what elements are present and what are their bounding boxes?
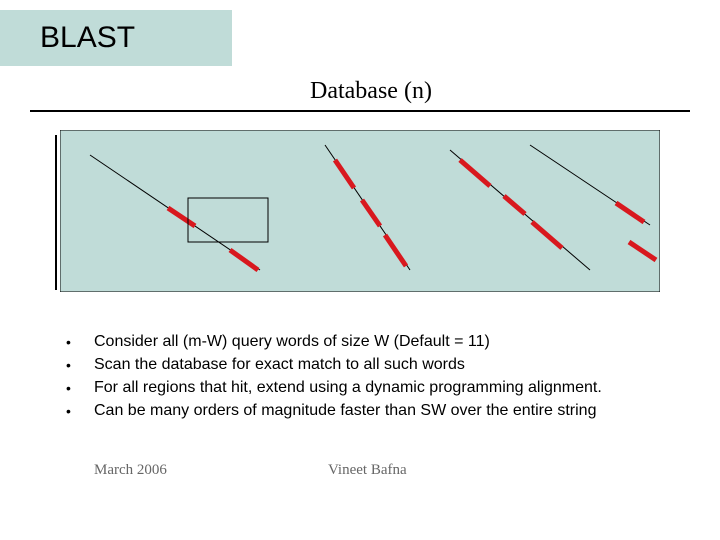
- footer-author: Vineet Bafna: [328, 462, 407, 479]
- bullet-text: Scan the database for exact match to all…: [94, 355, 700, 375]
- left-axis-bar: [55, 135, 57, 290]
- bullet-item: •For all regions that hit, extend using …: [64, 378, 700, 398]
- bullet-marker: •: [64, 355, 94, 375]
- bullet-marker: •: [64, 378, 94, 398]
- bullet-marker: •: [64, 401, 94, 421]
- bullet-marker: •: [64, 332, 94, 352]
- title-band: BLAST: [0, 10, 232, 66]
- bullet-list: •Consider all (m-W) query words of size …: [64, 332, 700, 424]
- bullet-item: •Can be many orders of magnitude faster …: [64, 401, 700, 421]
- bullet-text: Can be many orders of magnitude faster t…: [94, 401, 700, 421]
- bullet-text: Consider all (m-W) query words of size W…: [94, 332, 700, 352]
- bullet-text: For all regions that hit, extend using a…: [94, 378, 700, 398]
- slide-title: BLAST: [40, 21, 135, 55]
- footer-date: March 2006: [94, 462, 167, 479]
- bullet-item: •Scan the database for exact match to al…: [64, 355, 700, 375]
- horizontal-rule: [30, 110, 690, 112]
- blast-diagram: [60, 130, 660, 292]
- database-label: Database (n): [310, 78, 432, 105]
- bullet-item: •Consider all (m-W) query words of size …: [64, 332, 700, 352]
